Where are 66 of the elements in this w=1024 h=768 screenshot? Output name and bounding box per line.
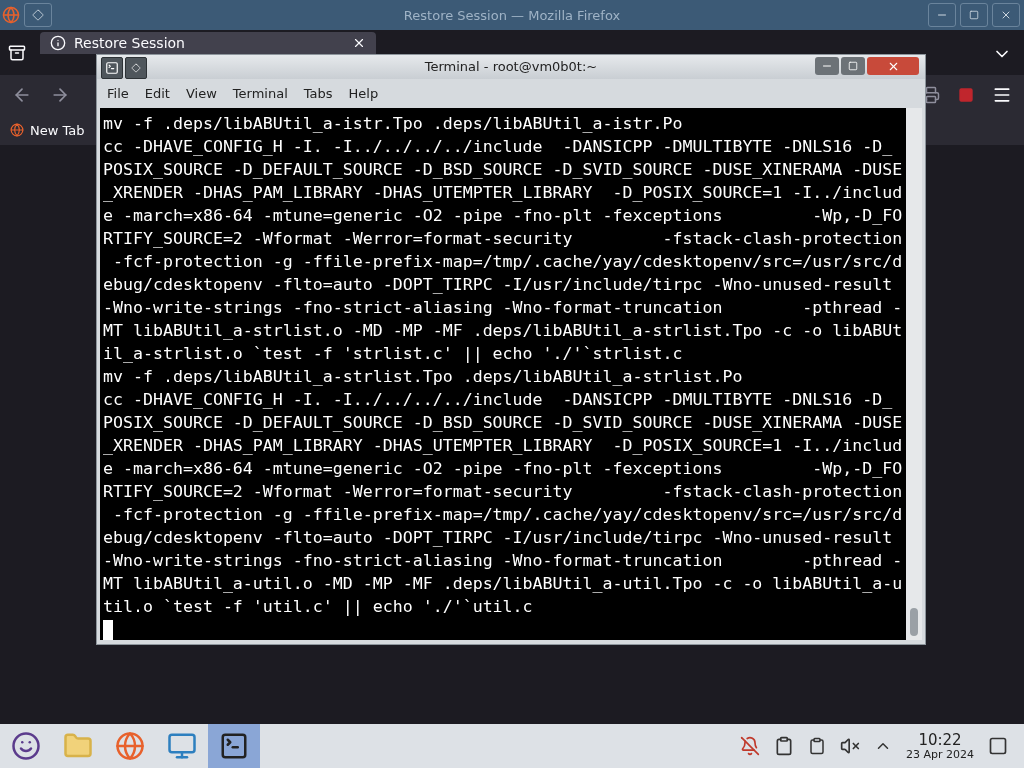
terminal-line: RTIFY_SOURCE=2 -Wformat -Werror=format-security -fstack-clash-protection [103, 228, 903, 250]
terminal-line: ebug/cdesktopenv -flto=auto -DOPT_TIRPC -I/usr/include/tirpc -Wno-unused-result [103, 274, 894, 296]
terminal-line: -Wno-write-strings -fno-strict-aliasing -Wno-format-truncation -pthread - [103, 297, 903, 319]
terminal-line: mv -f .deps/libABUtil_a-istr.Tpo .deps/libABUtil_a-istr.Po [103, 113, 684, 135]
terminal-line: POSIX_SOURCE -D_DEFAULT_SOURCE -D_BSD_SOURCE -D_SVID_SOURCE -DUSE_XINERAMA -DUSE [103, 159, 903, 181]
diamond-icon [30, 7, 46, 23]
terminal-line: _XRENDER -DHAS_PAM_LIBRARY -DHAS_UTEMPTER_LIBRARY -D_POSIX_SOURCE=1 -I../includ [103, 182, 903, 204]
menu-item[interactable]: Help [342, 83, 385, 103]
pin-button[interactable] [24, 3, 52, 27]
menu-item[interactable]: Tabs [297, 83, 339, 103]
shield-icon[interactable] [958, 87, 974, 103]
menu-item[interactable]: View [179, 83, 223, 103]
notes-icon[interactable] [808, 737, 826, 755]
terminal-line: cc -DHAVE_CONFIG_H -I. -I../../../../include -DANSICPP -DMULTIBYTE -DNLS16 -D_ [103, 136, 894, 158]
show-desktop-icon[interactable] [988, 736, 1008, 756]
terminal-line: RTIFY_SOURCE=2 -Wformat -Werror=format-security -fstack-clash-protection [103, 481, 903, 503]
info-icon [50, 35, 66, 51]
terminal-icon [219, 731, 249, 761]
terminal-line: POSIX_SOURCE -D_DEFAULT_SOURCE -D_BSD_SOURCE -D_SVID_SOURCE -DUSE_XINERAMA -DUSE [103, 412, 903, 434]
menu-item[interactable]: File [101, 83, 135, 103]
taskbar-button[interactable] [208, 724, 260, 768]
bell-muted-icon[interactable] [740, 736, 760, 756]
text-cursor [103, 620, 113, 640]
tab-list-icon[interactable] [8, 44, 26, 62]
clipboard-icon[interactable] [774, 736, 794, 756]
close-button[interactable] [867, 57, 919, 75]
terminal-line: mv -f .deps/libABUtil_a-strlist.Tpo .deps/libABUtil_a-strlist.Po [103, 366, 744, 388]
terminal-line: MT libABUtil_a-util.o -MD -MP -MF .deps/libABUtil_a-util.Tpo -c -o libABUtil_a-u [103, 573, 903, 595]
diamond-icon [130, 62, 142, 74]
scrollbar-thumb[interactable] [910, 608, 919, 636]
terminal-line: e -march=x86-64 -mtune=generic -O2 -pipe -fno-plt -fexceptions -Wp,-D_FO [103, 458, 903, 480]
menu-icon[interactable] [992, 85, 1012, 105]
clock-time: 10:22 [918, 731, 962, 748]
maximize-icon [969, 10, 979, 20]
terminal-line: til.o `test -f 'util.c' || echo './'`util.c [103, 596, 534, 618]
clock-date: 23 Apr 2024 [906, 747, 974, 761]
pin-button[interactable] [125, 57, 147, 79]
terminal-line: MT libABUtil_a-strlist.o -MD -MP -MF .deps/libABUtil_a-strlist.Tpo -c -o libABUt [103, 320, 903, 342]
terminal-line: e -march=x86-64 -mtune=generic -O2 -pipe -fno-plt -fexceptions -Wp,-D_FO [103, 205, 903, 227]
monitor-icon [167, 731, 197, 761]
terminal-line: il_a-strlist.o `test -f 'strlist.c' || echo './'`strlist.c [103, 343, 684, 365]
window-title: Terminal - root@vm0b0t:~ [424, 59, 598, 75]
terminal-line: -fcf-protection -g -ffile-prefix-map=/tmp/.cache/yay/cdesktopenv/src=/usr/src/d [112, 251, 903, 273]
close-icon[interactable] [352, 36, 366, 50]
volume-muted-icon[interactable] [840, 736, 860, 756]
window-title: Restore Session — Mozilla Firefox [403, 7, 621, 23]
scrollbar[interactable] [906, 108, 922, 640]
globe-icon [2, 6, 20, 24]
terminal-icon [101, 57, 123, 79]
menu-item[interactable]: Edit [138, 83, 176, 103]
minimize-button[interactable] [815, 57, 839, 75]
terminal-line: -Wno-write-strings -fno-strict-aliasing -Wno-format-truncation -pthread - [103, 550, 903, 572]
terminal-line: _XRENDER -DHAS_PAM_LIBRARY -DHAS_UTEMPTER_LIBRARY -D_POSIX_SOURCE=1 -I../includ [103, 435, 903, 457]
globe-icon [10, 123, 24, 137]
terminal-line: -fcf-protection -g -ffile-prefix-map=/tmp/.cache/yay/cdesktopenv/src=/usr/src/d [112, 504, 903, 526]
terminal-line: cc -DHAVE_CONFIG_H -I. -I../../../../include -DANSICPP -DMULTIBYTE -DNLS16 -D_ [103, 389, 894, 411]
globe-icon [115, 731, 145, 761]
close-icon [1000, 9, 1012, 21]
bookmark-item[interactable]: New Tab [10, 122, 85, 138]
maximize-icon [848, 61, 858, 71]
terminal-line: ebug/cdesktopenv -flto=auto -DOPT_TIRPC -I/usr/include/tirpc -Wno-unused-result [103, 527, 894, 549]
maximize-button[interactable] [841, 57, 865, 75]
maximize-button[interactable] [960, 3, 988, 27]
menu-item[interactable]: Terminal [226, 83, 294, 103]
mascot-icon[interactable] [11, 731, 41, 761]
browser-tab[interactable]: Restore Session [40, 32, 376, 54]
